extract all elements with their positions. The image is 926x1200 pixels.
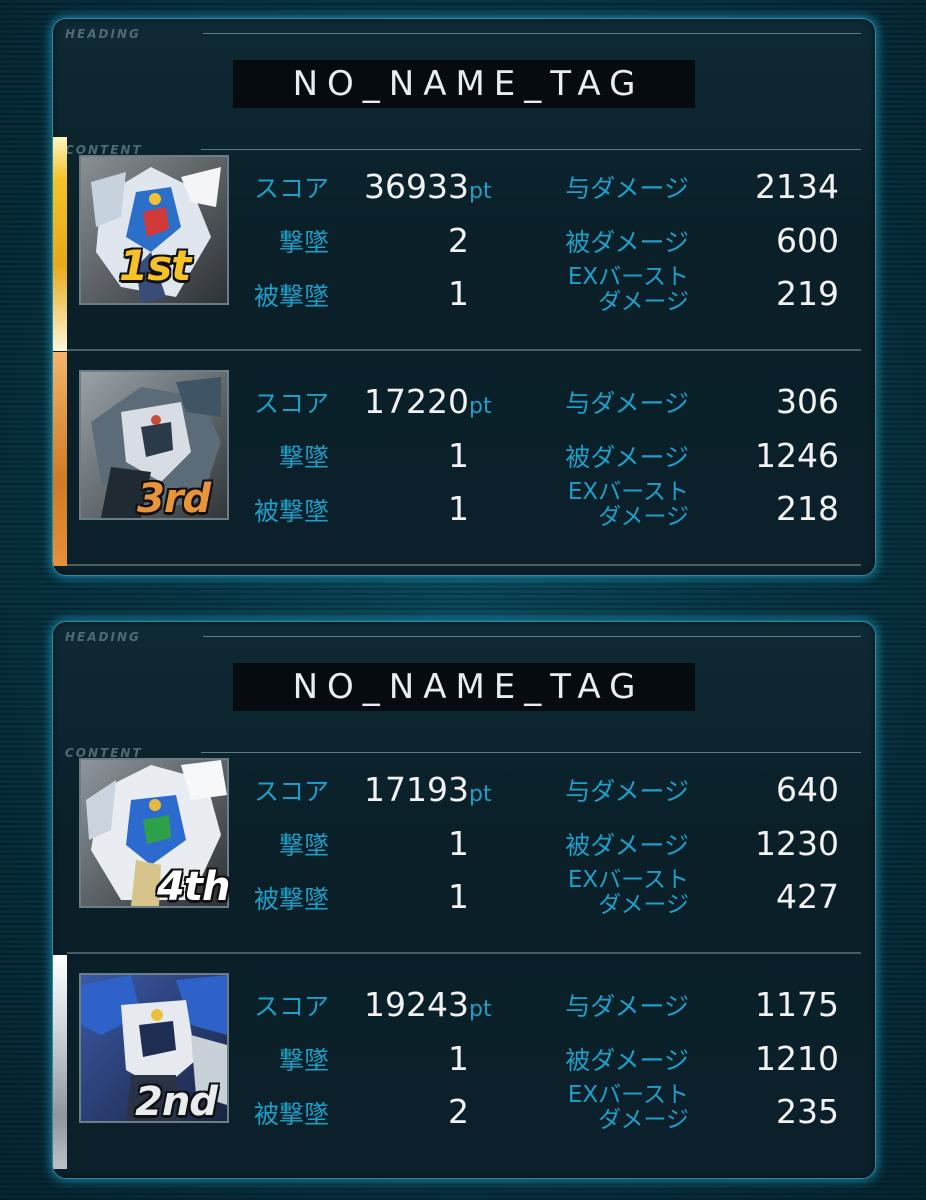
damage-taken-value: 1210 — [755, 1039, 839, 1078]
ex-burst-label: EXバースト ダメージ — [568, 480, 689, 530]
divider — [203, 33, 861, 34]
ex-burst-label-line2: ダメージ — [598, 289, 689, 315]
deaths-value: 1 — [448, 274, 469, 313]
team-tag: NO_NAME_TAG — [292, 667, 645, 707]
damage-dealt-label: 与ダメージ — [565, 174, 689, 203]
ex-burst-value: 235 — [776, 1092, 839, 1131]
ex-burst-label-line2: ダメージ — [598, 504, 689, 530]
damage-taken-value: 600 — [776, 221, 839, 260]
row-divider — [67, 349, 861, 351]
deaths-value: 1 — [448, 877, 469, 916]
row-divider — [67, 564, 861, 566]
kills-value: 1 — [448, 824, 469, 863]
rank-badge: 2nd — [135, 1079, 218, 1125]
ex-burst-label-line1: EXバースト — [567, 264, 689, 290]
ex-burst-label-line2: ダメージ — [598, 1107, 689, 1133]
score-label: スコア — [253, 389, 329, 418]
score-value: 17220 — [364, 382, 469, 421]
rank-badge: 1st — [119, 241, 191, 290]
ex-burst-value: 218 — [776, 489, 839, 528]
deaths-label: 被撃墜 — [253, 282, 329, 311]
damage-dealt-value: 1175 — [755, 985, 839, 1024]
damage-dealt-label: 与ダメージ — [565, 389, 689, 418]
damage-dealt-label: 与ダメージ — [565, 777, 689, 806]
ex-burst-label-line1: EXバースト — [567, 867, 689, 893]
rank-badge: 3rd — [137, 476, 211, 522]
ex-burst-value: 427 — [776, 877, 839, 916]
row-divider — [67, 952, 861, 954]
kills-label: 撃墜 — [278, 228, 329, 257]
deaths-label: 被撃墜 — [253, 1100, 329, 1129]
deaths-value: 2 — [448, 1092, 469, 1131]
kills-value: 2 — [448, 221, 469, 260]
damage-dealt-value: 640 — [776, 770, 839, 809]
score-value: 36933 — [364, 167, 469, 206]
damage-dealt-value: 306 — [776, 382, 839, 421]
score-unit: pt — [469, 997, 492, 1022]
score-unit: pt — [469, 179, 492, 204]
kills-value: 1 — [448, 436, 469, 475]
team-tag: NO_NAME_TAG — [292, 64, 645, 104]
damage-taken-label: 被ダメージ — [565, 228, 689, 257]
player-row-2nd[interactable]: 2nd スコア 19243 pt 撃墜 1 被撃墜 2 与ダメージ 1175 被… — [53, 955, 875, 1169]
player-row-1st[interactable]: 1st スコア 36933 pt 撃墜 2 被撃墜 1 与ダメージ 2134 被… — [53, 137, 875, 351]
ex-burst-label: EXバースト ダメージ — [568, 868, 689, 918]
team-tag-box: NO_NAME_TAG — [233, 663, 695, 711]
damage-taken-label: 被ダメージ — [565, 443, 689, 472]
heading-section-label: HEADING — [65, 27, 141, 41]
ex-burst-value: 219 — [776, 274, 839, 313]
team-panel-1: HEADING NO_NAME_TAG CONTENT 1st スコア 3693… — [52, 18, 876, 576]
divider — [203, 636, 861, 637]
score-unit: pt — [469, 394, 492, 419]
ex-burst-label-line2: ダメージ — [598, 892, 689, 918]
kills-label: 撃墜 — [278, 831, 329, 860]
ex-burst-label-line1: EXバースト — [567, 479, 689, 505]
player-row-3rd[interactable]: 3rd スコア 17220 pt 撃墜 1 被撃墜 1 与ダメージ 306 被ダ… — [53, 352, 875, 566]
damage-taken-label: 被ダメージ — [565, 831, 689, 860]
team-tag-box: NO_NAME_TAG — [233, 60, 695, 108]
score-label: スコア — [253, 174, 329, 203]
rank-badge: 4th — [157, 864, 230, 910]
damage-dealt-value: 2134 — [755, 167, 839, 206]
score-value: 19243 — [364, 985, 469, 1024]
score-unit: pt — [469, 782, 492, 807]
kills-label: 撃墜 — [278, 1046, 329, 1075]
score-value: 17193 — [364, 770, 469, 809]
rank-color-bar — [53, 137, 67, 351]
damage-dealt-label: 与ダメージ — [565, 992, 689, 1021]
ex-burst-label: EXバースト ダメージ — [568, 265, 689, 315]
ex-burst-label-line1: EXバースト — [567, 1082, 689, 1108]
ex-burst-label: EXバースト ダメージ — [568, 1083, 689, 1133]
score-label: スコア — [253, 992, 329, 1021]
heading-section-label: HEADING — [65, 630, 141, 644]
kills-value: 1 — [448, 1039, 469, 1078]
kills-label: 撃墜 — [278, 443, 329, 472]
player-row-4th[interactable]: 4th スコア 17193 pt 撃墜 1 被撃墜 1 与ダメージ 640 被ダ… — [53, 740, 875, 954]
deaths-label: 被撃墜 — [253, 497, 329, 526]
deaths-value: 1 — [448, 489, 469, 528]
rank-color-bar — [53, 955, 67, 1169]
team-panel-2: HEADING NO_NAME_TAG CONTENT 4th スコア 1719… — [52, 621, 876, 1179]
damage-taken-value: 1230 — [755, 824, 839, 863]
damage-taken-label: 被ダメージ — [565, 1046, 689, 1075]
deaths-label: 被撃墜 — [253, 885, 329, 914]
score-label: スコア — [253, 777, 329, 806]
damage-taken-value: 1246 — [755, 436, 839, 475]
rank-color-bar — [53, 352, 67, 566]
